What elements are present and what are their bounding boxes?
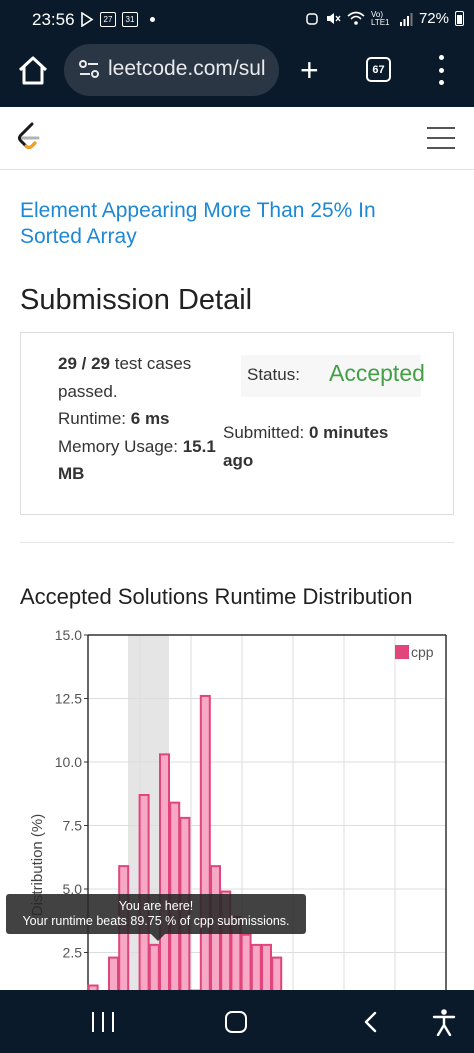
problem-title-link[interactable]: Element Appearing More Than 25% In Sorte… — [20, 198, 440, 250]
y-tick-label: 2.5 — [63, 945, 83, 961]
status-bar: 23:56 27 31 Vo) LTE1 72% — [0, 0, 474, 40]
mute-icon — [326, 13, 341, 24]
accessibility-icon[interactable] — [432, 1008, 456, 1036]
runtime-value: 6 ms — [130, 409, 170, 428]
signal-icon — [399, 12, 413, 26]
wifi-icon — [347, 11, 365, 25]
legend-swatch — [395, 645, 409, 659]
y-tick-label: 15.0 — [55, 627, 82, 643]
tooltip-arrow — [151, 934, 165, 941]
recent-apps-icon[interactable] — [92, 1012, 114, 1032]
network-type: Vo) LTE1 — [370, 9, 390, 27]
browser-toolbar: leetcode.com/sul + 67 — [0, 40, 474, 107]
bar — [159, 753, 170, 1000]
test-cases-line: 29 / 29 test cases passed. — [58, 350, 238, 405]
status-label: Status: — [247, 365, 300, 384]
play-store-icon — [81, 12, 94, 27]
y-tick-label: 10.0 — [55, 754, 82, 770]
memory-line: Memory Usage: 15.1 MB — [58, 433, 238, 488]
runtime-tooltip: You are here! Your runtime beats 89.75 %… — [6, 894, 306, 934]
alarm-icon — [306, 13, 318, 25]
memory-label: Memory Usage: — [58, 436, 178, 456]
leetcode-logo-icon[interactable] — [14, 121, 44, 155]
more-notifications-icon — [150, 17, 155, 22]
site-settings-icon[interactable] — [78, 58, 100, 80]
battery-percent: 72% — [418, 10, 449, 27]
submission-stats: 29 / 29 test cases passed. Runtime: 6 ms… — [58, 350, 238, 488]
submitted-line: Submitted: 0 minutes ago — [223, 419, 423, 474]
runtime-distribution-chart[interactable]: 15.012.510.07.55.02.5Distribution (%)cpp — [0, 620, 474, 1000]
system-navigation-bar — [0, 990, 474, 1053]
tooltip-title: You are here! — [118, 899, 194, 913]
chart-title: Accepted Solutions Runtime Distribution — [20, 584, 413, 609]
address-bar[interactable]: leetcode.com/sul — [64, 44, 279, 96]
status-box: Status: Accepted — [241, 355, 425, 397]
url-text[interactable]: leetcode.com/sul — [108, 57, 268, 81]
test-cases-count: 29 / 29 — [58, 354, 110, 373]
legend-label: cpp — [411, 644, 434, 660]
overflow-menu-icon[interactable] — [436, 55, 446, 85]
page-title: Submission Detail — [20, 284, 253, 316]
site-header — [0, 107, 474, 170]
tooltip-text: Your runtime beats 89.75 % of cpp submis… — [22, 914, 290, 928]
back-icon[interactable] — [360, 1010, 382, 1034]
runtime-line: Runtime: 6 ms — [58, 405, 238, 433]
battery-icon — [455, 11, 464, 26]
status-value: Accepted — [329, 360, 425, 386]
home-icon[interactable] — [16, 54, 50, 88]
home-nav-icon[interactable] — [225, 1011, 247, 1033]
y-tick-label: 12.5 — [55, 691, 82, 707]
y-tick-label: 7.5 — [63, 818, 83, 834]
status-time: 23:56 — [32, 10, 75, 29]
tab-switcher-button[interactable]: 67 — [366, 57, 391, 82]
bar — [199, 694, 211, 1000]
calendar-icon-2: 31 — [122, 12, 138, 27]
divider — [20, 542, 454, 543]
hamburger-menu-icon[interactable] — [427, 127, 455, 149]
submitted-label: Submitted: — [223, 423, 305, 442]
system-icons: Vo) LTE1 72% — [305, 10, 464, 27]
runtime-label: Runtime: — [58, 409, 127, 428]
submission-detail-card: 29 / 29 test cases passed. Runtime: 6 ms… — [20, 332, 454, 515]
calendar-icon: 27 — [100, 12, 116, 27]
notification-icons: 27 31 — [80, 12, 155, 27]
new-tab-icon[interactable]: + — [300, 54, 319, 86]
